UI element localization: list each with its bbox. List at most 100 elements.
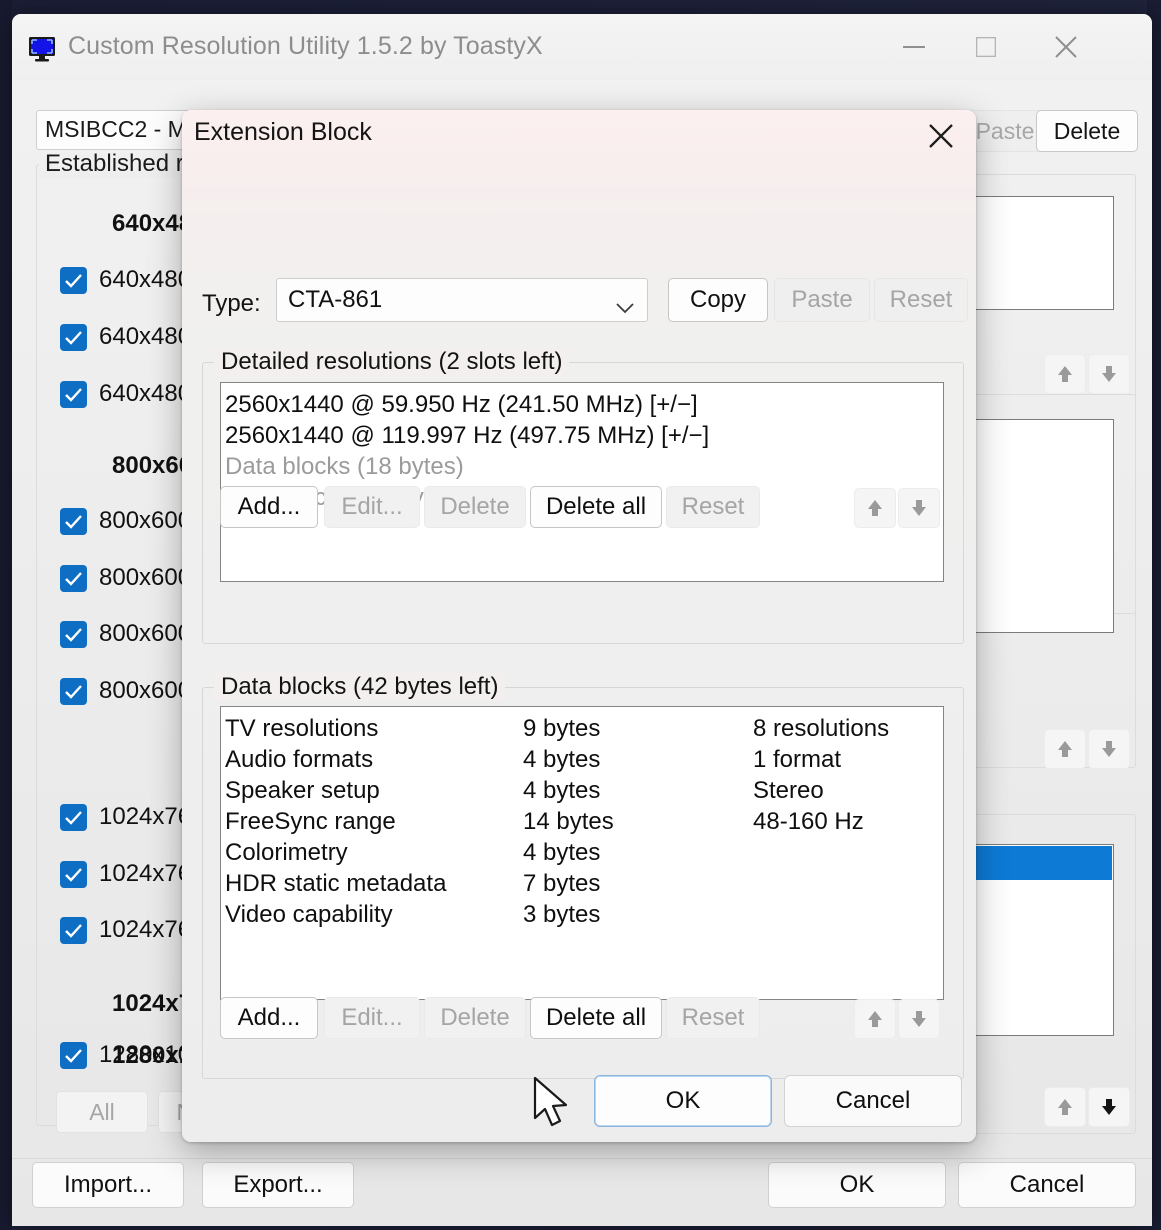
checkbox-640-2[interactable] xyxy=(60,323,87,351)
extension-block-dialog: Extension Block Type: CTA-861 Copy Paste… xyxy=(182,110,976,1142)
detailed-resolution-item[interactable]: 2560x1440 @ 119.997 Hz (497.75 MHz) [+/−… xyxy=(221,420,943,451)
chevron-down-icon xyxy=(615,294,635,322)
checkbox-800-4[interactable] xyxy=(60,677,87,705)
detailed-move-down-button xyxy=(898,488,940,528)
minimize-button[interactable] xyxy=(888,24,940,70)
detailed-resolution-item[interactable]: 2560x1440 @ 59.950 Hz (241.50 MHz) [+/−] xyxy=(221,389,943,420)
res-item-label: 800x600 xyxy=(99,564,192,591)
move-up-button-3 xyxy=(1044,1087,1086,1127)
detailed-resolutions-listbox[interactable]: 2560x1440 @ 59.950 Hz (241.50 MHz) [+/−]… xyxy=(220,382,944,582)
data-block-size: 7 bytes xyxy=(523,870,601,897)
detailed-add-button[interactable]: Add... xyxy=(220,486,318,528)
detailed-resolutions-label: Detailed resolutions (2 slots left) xyxy=(214,348,570,376)
res-item-label: 640x480 xyxy=(99,380,192,407)
checkbox-1024-2[interactable] xyxy=(60,860,87,888)
res-item-800-1[interactable]: 800x600 xyxy=(60,507,191,535)
dialog-titlebar: Extension Block xyxy=(182,110,976,166)
data-block-detail: 1 format xyxy=(753,746,842,773)
move-down-button-2 xyxy=(1088,729,1130,769)
data-block-row[interactable]: FreeSync range 14 bytes 48-160 Hz xyxy=(221,806,943,837)
main-ok-button[interactable]: OK xyxy=(768,1162,946,1208)
move-down-button-1 xyxy=(1088,354,1130,394)
data-block-detail: 8 resolutions xyxy=(753,715,890,742)
data-block-row[interactable]: HDR static metadata 7 bytes xyxy=(221,868,943,899)
data-block-size: 3 bytes xyxy=(523,901,601,928)
detailed-resolution-item[interactable]: Data blocks (18 bytes) xyxy=(221,451,943,482)
data-blocks-label: Data blocks (42 bytes left) xyxy=(214,673,506,701)
data-blocks-move-up-button xyxy=(854,999,896,1039)
data-block-name: Audio formats xyxy=(225,746,374,773)
checkbox-640-3[interactable] xyxy=(60,380,87,408)
checkbox-1024-3[interactable] xyxy=(60,916,87,944)
checkbox-1280-1[interactable] xyxy=(60,1041,87,1069)
res-item-800-4[interactable]: 800x600 xyxy=(60,677,191,705)
dialog-cancel-button[interactable]: Cancel xyxy=(784,1075,962,1127)
res-item-800-3[interactable]: 800x600 xyxy=(60,620,191,648)
close-icon[interactable] xyxy=(920,116,962,156)
checkbox-800-3[interactable] xyxy=(60,620,87,648)
data-blocks-reset-button: Reset xyxy=(666,997,760,1039)
data-block-detail xyxy=(753,899,943,930)
detailed-delete-all-button[interactable]: Delete all xyxy=(530,486,662,528)
res-item-640-3[interactable]: 640x480 xyxy=(60,380,191,408)
data-block-row[interactable]: Audio formats 4 bytes 1 format xyxy=(221,744,943,775)
checkbox-800-1[interactable] xyxy=(60,507,87,535)
close-icon[interactable] xyxy=(1040,24,1092,70)
data-blocks-edit-button: Edit... xyxy=(324,997,420,1039)
detailed-edit-button: Edit... xyxy=(324,486,420,528)
data-block-detail xyxy=(753,837,943,868)
footer-separator xyxy=(12,1158,1152,1159)
data-block-row[interactable]: TV resolutions 9 bytes 8 resolutions xyxy=(221,713,943,744)
data-block-size: 9 bytes xyxy=(523,715,601,742)
delete-button[interactable]: Delete xyxy=(1036,110,1138,152)
titlebar: Custom Resolution Utility 1.5.2 by Toast… xyxy=(12,14,1152,80)
select-all-button[interactable]: All xyxy=(56,1091,148,1133)
data-block-name: Video capability xyxy=(225,901,393,928)
detailed-move-up-button xyxy=(854,488,896,528)
selected-list-row[interactable] xyxy=(974,846,1112,880)
detailed-delete-button: Delete xyxy=(424,486,526,528)
checkbox-640-1[interactable] xyxy=(60,266,87,294)
data-block-size: 4 bytes xyxy=(523,839,601,866)
maximize-button[interactable] xyxy=(960,24,1012,70)
data-block-row[interactable]: Colorimetry 4 bytes xyxy=(221,837,943,868)
desktop-edge-left xyxy=(0,0,12,1230)
right-listbox-2[interactable] xyxy=(972,419,1114,633)
dialog-ok-button[interactable]: OK xyxy=(594,1075,772,1127)
checkbox-1024-1[interactable] xyxy=(60,803,87,831)
res-item-800-2[interactable]: 800x600 xyxy=(60,564,191,592)
data-block-name: Colorimetry xyxy=(225,839,348,866)
monitor-icon xyxy=(28,36,58,62)
type-select[interactable]: CTA-861 xyxy=(276,278,648,322)
window-title: Custom Resolution Utility 1.5.2 by Toast… xyxy=(68,32,543,60)
detailed-reset-button: Reset xyxy=(666,486,760,528)
data-blocks-delete-all-button[interactable]: Delete all xyxy=(530,997,662,1039)
res-item-label: 640x480 xyxy=(99,323,192,350)
import-button[interactable]: Import... xyxy=(32,1162,184,1208)
type-select-value: CTA-861 xyxy=(288,286,383,313)
right-listbox-3[interactable] xyxy=(972,844,1114,1036)
data-block-size: 4 bytes xyxy=(523,777,601,804)
data-block-size: 4 bytes xyxy=(523,746,601,773)
data-blocks-add-button[interactable]: Add... xyxy=(220,997,318,1039)
dialog-reset-button: Reset xyxy=(874,278,968,322)
move-down-button-3[interactable] xyxy=(1088,1087,1130,1127)
dialog-copy-button[interactable]: Copy xyxy=(668,278,768,322)
data-block-row[interactable]: Speaker setup 4 bytes Stereo xyxy=(221,775,943,806)
res-item-label: 640x480 xyxy=(99,266,192,293)
data-block-size: 14 bytes xyxy=(523,808,614,835)
export-button[interactable]: Export... xyxy=(202,1162,354,1208)
data-block-name: TV resolutions xyxy=(225,715,379,742)
checkbox-800-2[interactable] xyxy=(60,564,87,592)
data-blocks-move-down-button xyxy=(898,999,940,1039)
data-block-detail: 48-160 Hz xyxy=(753,808,864,835)
res-item-640-2[interactable]: 640x480 xyxy=(60,323,191,351)
type-label: Type: xyxy=(202,290,261,317)
right-listbox-1[interactable] xyxy=(972,196,1114,310)
data-blocks-listbox[interactable]: TV resolutions 9 bytes 8 resolutions Aud… xyxy=(220,706,944,1000)
main-cancel-button[interactable]: Cancel xyxy=(958,1162,1136,1208)
res-item-640-1[interactable]: 640x480 xyxy=(60,266,191,294)
data-block-row[interactable]: Video capability 3 bytes xyxy=(221,899,943,930)
res-item-label: 800x600 xyxy=(99,620,192,647)
move-up-button-2 xyxy=(1044,729,1086,769)
